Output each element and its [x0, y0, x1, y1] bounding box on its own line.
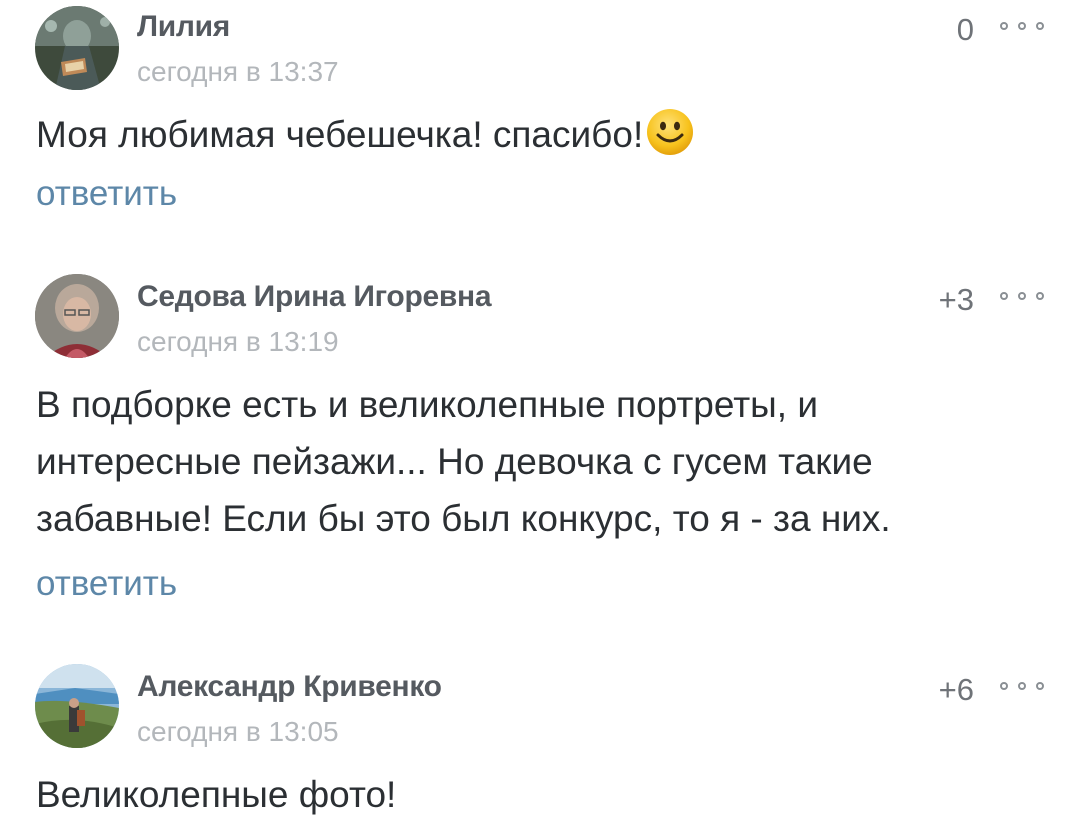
comment-time: сегодня в 13:19	[137, 326, 339, 357]
comment: Седова Ирина Игоревна +3 сегодня в 13:19…	[0, 260, 1080, 640]
comment-text: Великолепные фото!	[36, 774, 397, 815]
comment-score: 0	[956, 12, 974, 47]
smiley-emoji	[645, 107, 695, 173]
more-dots-icon	[1018, 292, 1026, 300]
more-dots-icon	[1000, 292, 1008, 300]
comment-author[interactable]: Седова Ирина Игоревна	[137, 280, 492, 314]
more-dots-icon	[1036, 22, 1044, 30]
more-dots-icon	[1036, 682, 1044, 690]
avatar[interactable]	[35, 664, 119, 748]
comment-author[interactable]: Лилия	[137, 10, 230, 44]
reply-link[interactable]: ответить	[36, 174, 177, 214]
more-dots-icon	[1018, 22, 1026, 30]
comment-text-body: Моя любимая чебешечка! спасибо!	[36, 114, 644, 155]
comment-text: Моя любимая чебешечка! спасибо!	[36, 106, 1026, 173]
avatar[interactable]	[35, 6, 119, 90]
more-dots-icon	[1000, 682, 1008, 690]
comment: Лилия 0 сегодня в 13:37 Моя любимая чебе…	[0, 0, 1080, 240]
avatar[interactable]	[35, 274, 119, 358]
comment-text: В подборке есть и великолепные портреты,…	[36, 384, 891, 539]
comment-score: +6	[938, 672, 974, 707]
more-options-button[interactable]	[1000, 289, 1044, 303]
comment-time: сегодня в 13:05	[137, 716, 339, 747]
more-dots-icon	[1018, 682, 1026, 690]
reply-link[interactable]: ответить	[36, 564, 177, 604]
more-options-button[interactable]	[1000, 679, 1044, 693]
comment-author[interactable]: Александр Кривенко	[137, 670, 442, 704]
comment-time: сегодня в 13:37	[137, 56, 339, 87]
comment: Александр Кривенко +6 сегодня в 13:05 Ве…	[0, 650, 1080, 824]
more-dots-icon	[1036, 292, 1044, 300]
more-options-button[interactable]	[1000, 19, 1044, 33]
more-dots-icon	[1000, 22, 1008, 30]
comment-score: +3	[938, 282, 974, 317]
